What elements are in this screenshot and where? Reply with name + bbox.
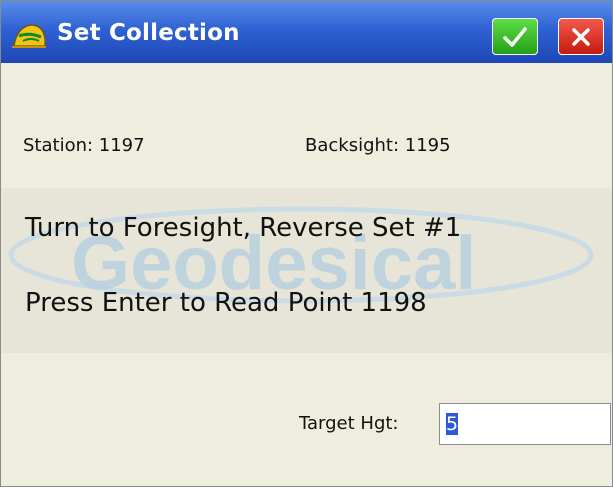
set-collection-window: Set Collection Geodesical Station: 1197 … [0,0,613,487]
target-height-selection: 5 [446,413,459,435]
ok-button[interactable] [492,18,538,55]
close-x-icon [570,26,592,48]
turn-instruction: Turn to Foresight, Reverse Set #1 [25,213,462,243]
title-bar: Set Collection [1,1,612,63]
target-height-input[interactable] [439,403,611,445]
close-button[interactable] [558,18,604,55]
backsight-label: Backsight: 1195 [305,135,451,156]
hardhat-app-icon [11,19,47,49]
read-point-instruction: Press Enter to Read Point 1198 [25,288,427,318]
dialog-content: Geodesical Station: 1197 Backsight: 1195… [1,63,612,486]
station-label: Station: 1197 [23,135,145,156]
window-title: Set Collection [57,20,240,46]
target-height-label: Target Hgt: [299,413,399,434]
checkmark-icon [502,26,528,48]
